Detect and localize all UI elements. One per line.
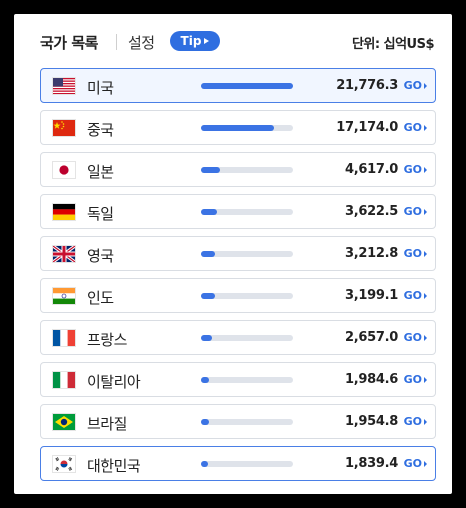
- gdp-value: 1,984.6: [344, 372, 398, 387]
- play-arrow-icon: [204, 38, 210, 44]
- country-row-de[interactable]: 독일 3,622.5 GO: [40, 194, 436, 229]
- gdp-bar: [201, 335, 293, 341]
- country-name: 프랑스: [87, 331, 127, 349]
- gdp-bar-fill: [201, 335, 212, 341]
- unit-label: 단위: 십억US$: [351, 37, 435, 52]
- tip-label: Tip: [180, 34, 202, 48]
- country-row-fr[interactable]: 프랑스 2,657.0 GO: [40, 320, 436, 355]
- us-flag-icon: [52, 77, 76, 95]
- country-name: 이탈리아: [87, 373, 141, 391]
- gdp-bar-fill: [201, 125, 274, 131]
- fr-flag-icon: [52, 329, 76, 347]
- go-label: GO: [403, 373, 422, 386]
- country-name: 미국: [87, 79, 114, 97]
- gdp-bar: [201, 293, 293, 299]
- country-row-us[interactable]: 미국 21,776.3 GO: [40, 68, 436, 103]
- tab-country-list[interactable]: 국가 목록: [40, 32, 98, 53]
- country-name: 독일: [87, 205, 114, 223]
- gdp-bar: [201, 251, 293, 257]
- gdp-bar-fill: [201, 209, 217, 215]
- country-row-gb[interactable]: 영국 3,212.8 GO: [40, 236, 436, 271]
- gdp-value: 3,199.1: [344, 288, 398, 303]
- go-label: GO: [403, 121, 422, 134]
- it-flag-icon: [52, 371, 76, 389]
- gdp-value: 1,954.8: [344, 414, 398, 429]
- country-list-panel: 국가 목록 설정 Tip 단위: 십억US$ 미국 21,776.3 GO 중국…: [14, 14, 452, 494]
- gdp-bar-fill: [201, 83, 293, 89]
- chevron-right-icon: [424, 250, 427, 257]
- chevron-right-icon: [424, 208, 427, 215]
- gdp-value: 17,174.0: [336, 120, 398, 135]
- go-label: GO: [403, 247, 422, 260]
- gb-flag-icon: [52, 245, 76, 263]
- country-row-in[interactable]: 인도 3,199.1 GO: [40, 278, 436, 313]
- gdp-bar: [201, 377, 293, 383]
- chevron-right-icon: [424, 334, 427, 341]
- gdp-bar: [201, 209, 293, 215]
- gdp-bar: [201, 167, 293, 173]
- country-row-jp[interactable]: 일본 4,617.0 GO: [40, 152, 436, 187]
- gdp-value: 3,212.8: [344, 246, 398, 261]
- country-name: 일본: [87, 163, 114, 181]
- go-button[interactable]: GO: [404, 373, 427, 386]
- chevron-right-icon: [424, 460, 427, 467]
- country-name: 중국: [87, 121, 114, 139]
- go-button[interactable]: GO: [404, 331, 427, 344]
- cn-flag-icon: [52, 119, 76, 137]
- chevron-right-icon: [424, 166, 427, 173]
- country-row-br[interactable]: 브라질 1,954.8 GO: [40, 404, 436, 439]
- go-button[interactable]: GO: [404, 121, 427, 134]
- go-button[interactable]: GO: [404, 163, 427, 176]
- gdp-bar-fill: [201, 419, 209, 425]
- country-row-it[interactable]: 이탈리아 1,984.6 GO: [40, 362, 436, 397]
- in-flag-icon: [52, 287, 76, 305]
- gdp-value: 21,776.3: [336, 78, 398, 93]
- kr-flag-icon: [52, 455, 76, 473]
- gdp-bar-fill: [201, 167, 220, 173]
- gdp-value: 4,617.0: [344, 162, 398, 177]
- chevron-right-icon: [424, 376, 427, 383]
- gdp-value: 2,657.0: [344, 330, 398, 345]
- go-label: GO: [403, 457, 422, 470]
- header-divider: [116, 34, 117, 50]
- go-button[interactable]: GO: [404, 415, 427, 428]
- gdp-value: 1,839.4: [344, 456, 398, 471]
- panel-header: 국가 목록 설정 Tip 단위: 십억US$: [14, 14, 452, 66]
- gdp-bar-fill: [201, 293, 215, 299]
- jp-flag-icon: [52, 161, 76, 179]
- gdp-bar: [201, 83, 293, 89]
- gdp-bar-fill: [201, 251, 215, 257]
- go-button[interactable]: GO: [404, 457, 427, 470]
- country-name: 영국: [87, 247, 114, 265]
- gdp-bar: [201, 461, 293, 467]
- de-flag-icon: [52, 203, 76, 221]
- go-label: GO: [403, 205, 422, 218]
- tip-button[interactable]: Tip: [170, 31, 220, 51]
- gdp-value: 3,622.5: [344, 204, 398, 219]
- chevron-right-icon: [424, 418, 427, 425]
- gdp-bar-fill: [201, 461, 208, 467]
- tab-settings[interactable]: 설정: [128, 32, 155, 53]
- gdp-bar: [201, 125, 293, 131]
- gdp-bar-fill: [201, 377, 209, 383]
- go-label: GO: [403, 289, 422, 302]
- country-row-cn[interactable]: 중국 17,174.0 GO: [40, 110, 436, 145]
- country-row-kr[interactable]: 대한민국 1,839.4 GO: [40, 446, 436, 481]
- go-button[interactable]: GO: [404, 205, 427, 218]
- country-name: 브라질: [87, 415, 127, 433]
- gdp-bar: [201, 419, 293, 425]
- chevron-right-icon: [424, 124, 427, 131]
- go-button[interactable]: GO: [404, 247, 427, 260]
- br-flag-icon: [52, 413, 76, 431]
- go-button[interactable]: GO: [404, 289, 427, 302]
- country-name: 인도: [87, 289, 114, 307]
- go-button[interactable]: GO: [404, 79, 427, 92]
- go-label: GO: [403, 331, 422, 344]
- country-name: 대한민국: [87, 457, 141, 475]
- go-label: GO: [403, 79, 422, 92]
- go-label: GO: [403, 163, 422, 176]
- go-label: GO: [403, 415, 422, 428]
- chevron-right-icon: [424, 82, 427, 89]
- chevron-right-icon: [424, 292, 427, 299]
